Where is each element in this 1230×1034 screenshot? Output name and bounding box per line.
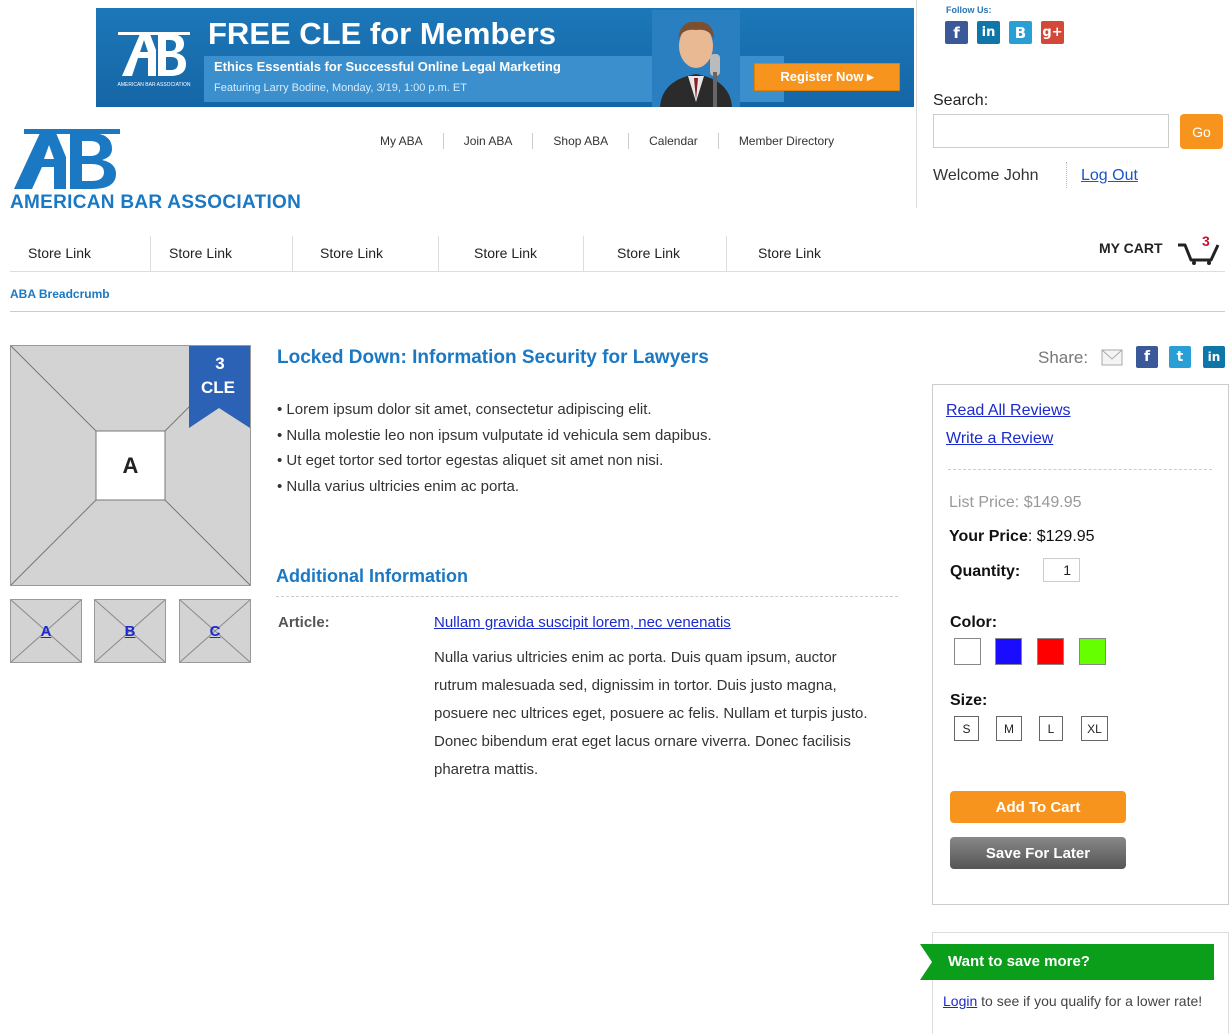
read-all-reviews-link[interactable]: Read All Reviews <box>946 402 1071 420</box>
google-plus-icon[interactable]: g+ <box>1041 21 1064 44</box>
share-twitter-icon[interactable]: t <box>1169 346 1191 368</box>
article-description: Nulla varius ultricies enim ac porta. Du… <box>434 649 868 778</box>
header-divider <box>916 0 917 208</box>
nav-member-directory[interactable]: Member Directory <box>717 133 854 149</box>
color-swatch-red[interactable] <box>1037 638 1064 665</box>
size-label: Size: <box>950 692 988 709</box>
store-link-4[interactable]: Store Link <box>439 236 584 272</box>
share-facebook-icon[interactable]: f <box>1136 346 1158 368</box>
main-image-label: A <box>122 452 139 478</box>
size-option-s[interactable]: S <box>954 716 979 741</box>
nav-my-aba[interactable]: My ABA <box>360 133 443 149</box>
store-link-6[interactable]: Store Link <box>727 236 867 272</box>
banner-headline: FREE CLE for Members <box>208 16 556 51</box>
additional-info-divider <box>276 596 898 597</box>
speaker-photo <box>652 10 740 107</box>
reviews-divider <box>948 469 1212 470</box>
your-price: Your Price: $129.95 <box>949 528 1095 546</box>
article-label: Article: <box>278 614 330 631</box>
your-price-value: : $129.95 <box>1027 528 1095 545</box>
size-option-m[interactable]: M <box>996 716 1022 741</box>
bullet-item: • Lorem ipsum dolor sit amet, consectetu… <box>277 401 652 418</box>
bullet-item: • Nulla molestie leo non ipsum vulputate… <box>277 426 712 444</box>
your-price-label: Your Price <box>949 528 1028 545</box>
cart-count: 3 <box>1202 233 1210 249</box>
share-linkedin-icon[interactable]: in <box>1203 346 1225 368</box>
cle-number: 3 <box>215 354 224 373</box>
store-nav: Store Link Store Link Store Link Store L… <box>10 236 867 272</box>
login-link[interactable]: Login <box>943 993 977 1009</box>
facebook-icon[interactable]: f <box>945 21 968 44</box>
save-more-body: Login to see if you qualify for a lower … <box>943 989 1213 1014</box>
shopping-cart-icon[interactable]: 3 <box>1176 233 1220 265</box>
color-swatch-white[interactable] <box>954 638 981 665</box>
store-link-3[interactable]: Store Link <box>293 236 439 272</box>
breadcrumb[interactable]: ABA Breadcrumb <box>10 287 110 301</box>
my-cart-link[interactable]: MY CART <box>1099 240 1163 256</box>
register-now-button[interactable]: Register Now ▸ <box>754 63 900 91</box>
search-input[interactable] <box>933 114 1169 148</box>
follow-us-label: Follow Us: <box>946 5 992 15</box>
cle-promo-banner[interactable]: AMERICAN BAR ASSOCIATION FREE CLE for Me… <box>96 8 914 107</box>
product-title: Locked Down: Information Security for La… <box>277 347 709 368</box>
banner-event-details: Featuring Larry Bodine, Monday, 3/19, 1:… <box>214 82 467 94</box>
color-swatch-blue[interactable] <box>995 638 1022 665</box>
search-go-button[interactable]: Go <box>1180 114 1223 149</box>
cle-label: CLE <box>201 378 235 397</box>
thumbnail-a[interactable]: A <box>10 599 82 663</box>
color-swatch-green[interactable] <box>1079 638 1106 665</box>
bullet-item: • Nulla varius ultricies enim ac porta. <box>277 477 520 495</box>
quantity-label: Quantity: <box>950 563 1021 580</box>
write-review-link[interactable]: Write a Review <box>946 430 1053 448</box>
blogger-icon[interactable]: B <box>1009 21 1032 44</box>
nav-shop-aba[interactable]: Shop ABA <box>532 133 628 149</box>
organization-name: AMERICAN BAR ASSOCIATION <box>10 192 302 213</box>
quantity-input[interactable]: 1 <box>1043 558 1080 582</box>
thumbnail-label: A <box>40 622 52 640</box>
save-for-later-button[interactable]: Save For Later <box>950 837 1126 869</box>
additional-info-heading: Additional Information <box>276 566 468 586</box>
logout-link[interactable]: Log Out <box>1081 167 1138 185</box>
thumbnail-c[interactable]: C <box>179 599 251 663</box>
banner-event-title: Ethics Essentials for Successful Online … <box>214 59 561 74</box>
size-option-xl[interactable]: XL <box>1081 716 1108 741</box>
email-icon[interactable] <box>1101 347 1123 367</box>
list-price-value: $149.95 <box>1023 494 1082 511</box>
linkedin-icon[interactable]: in <box>977 21 1000 44</box>
save-more-title: Want to save more? <box>948 953 1090 970</box>
share-label: Share: <box>1038 348 1089 367</box>
aba-banner-logo: AMERICAN BAR ASSOCIATION <box>118 32 191 88</box>
product-bullets: • Lorem ipsum dolor sit amet, consectetu… <box>277 397 712 499</box>
welcome-message: Welcome John <box>933 167 1039 184</box>
store-link-2[interactable]: Store Link <box>151 236 293 272</box>
account-divider <box>1066 162 1067 188</box>
color-label: Color: <box>950 614 998 631</box>
utility-nav: My ABA Join ABA Shop ABA Calendar Member… <box>360 131 854 151</box>
store-link-1[interactable]: Store Link <box>10 236 151 272</box>
aba-logo[interactable] <box>14 129 132 189</box>
list-price: List Price: $149.95 <box>949 494 1082 512</box>
store-link-5[interactable]: Store Link <box>584 236 727 272</box>
svg-text:AMERICAN BAR ASSOCIATION: AMERICAN BAR ASSOCIATION <box>118 82 191 88</box>
thumbnail-label: B <box>124 622 136 640</box>
add-to-cart-button[interactable]: Add To Cart <box>950 791 1126 823</box>
size-option-l[interactable]: L <box>1039 716 1063 741</box>
list-price-label: List Price: <box>949 494 1020 511</box>
nav-calendar[interactable]: Calendar <box>628 133 718 149</box>
thumbnail-b[interactable]: B <box>94 599 166 663</box>
article-link[interactable]: Nullam gravida suscipit lorem, nec venen… <box>434 614 731 631</box>
bullet-item: • Ut eget tortor sed tortor egestas aliq… <box>277 452 664 469</box>
store-nav-divider <box>10 271 1225 272</box>
search-label: Search: <box>933 92 989 109</box>
breadcrumb-divider <box>10 311 1225 312</box>
save-more-text: to see if you qualify for a lower rate! <box>977 993 1203 1009</box>
nav-join-aba[interactable]: Join ABA <box>442 133 533 149</box>
cle-ribbon-badge: 3 CLE <box>189 346 250 428</box>
thumbnail-label: C <box>209 622 221 640</box>
